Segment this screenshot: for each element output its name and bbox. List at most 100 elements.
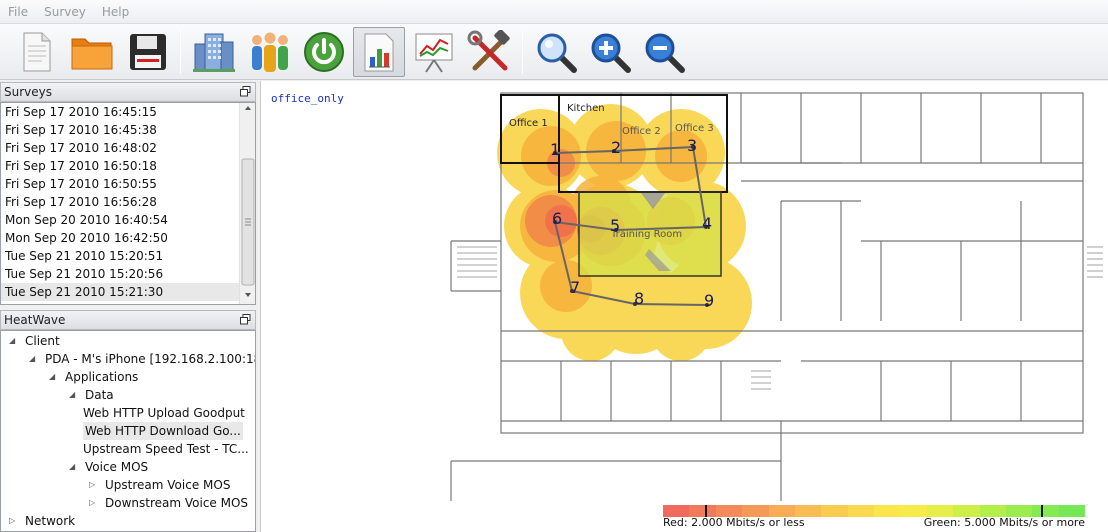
toolbar-separator [522,30,523,74]
site-button[interactable] [188,27,240,77]
tree-item-label: Network [25,514,76,528]
restore-window-icon[interactable] [240,86,251,97]
zoom-in-button[interactable] [584,27,636,77]
tree-item-label: Voice MOS [85,460,149,474]
bar-chart-icon [364,33,394,72]
room-label-office-3: Office 3 [675,123,714,134]
room-label-kitchen: Kitchen [567,103,605,114]
survey-point-label: 3 [687,136,697,155]
graph-button[interactable] [408,27,460,77]
survey-point-label: 1 [550,140,560,159]
people-icon [252,32,288,72]
zoom-out-button[interactable] [638,27,690,77]
heatwave-tree[interactable]: ◢ Client ◢ PDA - M's iPhone [192.168.2.100:… [0,330,256,532]
line-chart-icon [415,33,453,73]
zoom-in-icon [591,33,631,73]
collapse-arrow-icon[interactable]: ◢ [69,386,75,404]
menu-help[interactable]: Help [94,5,137,19]
floor-plan: Office 1 Kitchen Office 2 Office 3 Train… [450,92,1103,501]
legend-min-label: Red: 2.000 Mbits/s or less [663,516,805,529]
settings-button[interactable] [464,27,516,77]
surveys-panel-title: Surveys [4,85,52,99]
tree-item[interactable]: Upstream Speed Test - TC... [1,440,255,458]
save-disk-icon [130,34,166,70]
toolbar [0,24,1108,80]
heatwave-panel-title: HeatWave [4,313,66,327]
tree-item[interactable]: Web HTTP Upload Goodput [1,404,255,422]
survey-item[interactable]: Mon Sep 20 2010 16:40:54 [1,211,255,229]
survey-item[interactable]: Fri Sep 17 2010 16:45:15 [1,103,255,121]
survey-item[interactable]: Fri Sep 17 2010 16:56:28 [1,193,255,211]
menu-survey[interactable]: Survey [36,5,94,19]
survey-point-label: 2 [611,138,621,157]
toolbar-separator [180,30,181,74]
survey-item[interactable]: Fri Sep 17 2010 16:50:18 [1,157,255,175]
expand-arrow-icon[interactable]: ▷ [89,494,95,512]
survey-item[interactable]: Fri Sep 17 2010 16:50:55 [1,175,255,193]
power-icon [304,32,344,72]
map-name-label: office_only [271,92,344,105]
survey-item[interactable]: Fri Sep 17 2010 16:45:38 [1,121,255,139]
tree-item[interactable]: ◢ Client [1,332,255,350]
tree-item-label: Upstream Voice MOS [105,478,231,492]
heatwave-panel-header: HeatWave [0,310,256,330]
survey-point-label: 9 [704,291,714,310]
legend-color-step [847,505,874,517]
room-label-office-2: Office 2 [622,126,661,137]
power-button[interactable] [298,27,350,77]
survey-point-label: 4 [702,214,712,233]
tree-item-label: Upstream Speed Test - TC... [83,442,249,456]
save-button[interactable] [122,27,174,77]
survey-rows: Fri Sep 17 2010 16:45:15 Fri Sep 17 2010 … [1,103,255,301]
zoom-out-icon [645,33,685,73]
building-icon [193,33,235,72]
heatmap-report-button[interactable] [353,27,405,77]
collapse-arrow-icon[interactable]: ◢ [49,368,55,386]
survey-point-label: 5 [610,216,620,235]
tree-item[interactable]: ◢ Voice MOS [1,458,255,476]
survey-item[interactable]: Tue Sep 21 2010 15:20:51 [1,247,255,265]
zoom-button[interactable] [530,27,582,77]
survey-point-label: 8 [634,289,644,308]
surveys-scrollbar[interactable] [239,103,255,304]
expand-arrow-icon[interactable]: ▷ [89,476,95,494]
tree-item[interactable]: ◢ Data [1,386,255,404]
scrollbar-graphics [241,106,255,297]
tree-item-label: Client [25,334,60,348]
legend-color-step [874,505,901,517]
zoom-icon [537,33,577,73]
map-view[interactable]: Office 1 Kitchen Office 2 Office 3 Train… [260,81,1108,532]
tools-icon [467,30,510,71]
survey-item[interactable]: Tue Sep 21 2010 15:20:56 [1,265,255,283]
surveys-list[interactable]: Fri Sep 17 2010 16:45:15 Fri Sep 17 2010 … [0,102,256,305]
survey-item[interactable]: Mon Sep 20 2010 16:42:50 [1,229,255,247]
tree-item-label: Downstream Voice MOS [105,496,249,510]
tree-item-label: Applications [65,370,139,384]
survey-item[interactable]: Tue Sep 21 2010 15:21:30 [1,283,255,301]
open-folder-icon [71,38,113,70]
tree-item[interactable]: ◢ Applications [1,368,255,386]
survey-item[interactable]: Fri Sep 17 2010 16:48:02 [1,139,255,157]
tree-item[interactable]: ▷ Network [1,512,255,530]
tree-item[interactable]: ▷ Downstream Voice MOS [1,494,255,512]
expand-arrow-icon[interactable]: ▷ [9,512,15,530]
collapse-arrow-icon[interactable]: ◢ [29,350,35,368]
heatmap-legend: Red: 2.000 Mbits/s or less Green: 5.000 … [663,505,1085,531]
tree-item-label: Web HTTP Download Go... [83,422,243,440]
tree-item[interactable]: Web HTTP Download Go... [1,422,255,440]
collapse-arrow-icon[interactable]: ◢ [9,332,15,350]
open-button[interactable] [66,27,118,77]
tree-item[interactable]: ▷ Upstream Voice MOS [1,476,255,494]
menu-file[interactable]: File [0,5,36,19]
tree-item[interactable]: ◢ PDA - M's iPhone [192.168.2.100:18100] [1,350,255,368]
clients-button[interactable] [244,27,296,77]
new-document-icon [23,32,51,72]
collapse-arrow-icon[interactable]: ◢ [69,458,75,476]
legend-color-step [821,505,848,517]
new-survey-button[interactable] [10,27,62,77]
menu-bar: File Survey Help [0,0,1108,24]
scroll-down-arrow-icon [245,293,251,297]
survey-point-label: 7 [570,278,580,297]
restore-window-icon[interactable] [240,314,251,325]
legend-max-label: Green: 5.000 Mbits/s or more [923,516,1085,529]
